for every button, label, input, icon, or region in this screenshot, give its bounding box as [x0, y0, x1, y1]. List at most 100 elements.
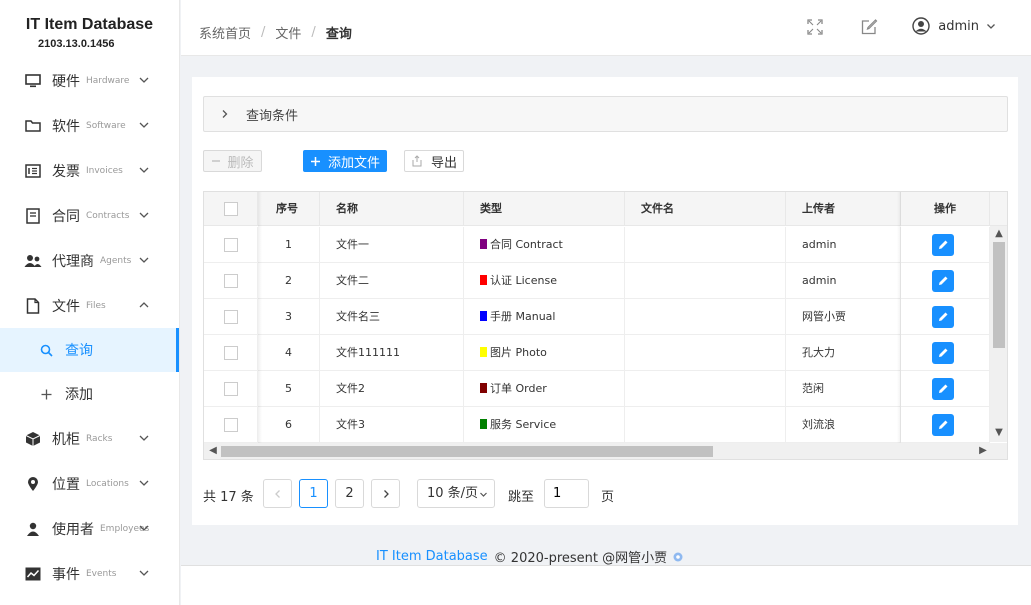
sidebar-subitem-query[interactable]: 查询 — [0, 328, 179, 372]
contract-icon — [24, 207, 42, 225]
column-header[interactable]: 名称 — [320, 192, 464, 226]
edit-button[interactable] — [932, 378, 954, 400]
team-icon — [24, 252, 42, 270]
column-header[interactable]: 上传者 — [786, 192, 901, 226]
export-icon — [412, 155, 422, 167]
sidebar-item-employees[interactable]: 使用者 Employees — [0, 506, 179, 551]
edit-button[interactable] — [932, 414, 954, 436]
edit-button[interactable] — [932, 270, 954, 292]
user-name: admin — [938, 18, 979, 34]
type-color-flag — [480, 383, 487, 393]
edit-button[interactable] — [932, 234, 954, 256]
footer-copyright: © 2020-present @网管小贾 — [493, 551, 668, 566]
row-actions-cell — [901, 263, 990, 299]
prev-page-button[interactable] — [263, 479, 292, 508]
column-header[interactable]: 序号 — [258, 192, 320, 226]
horizontal-scroll-thumb[interactable] — [221, 446, 713, 457]
export-button-label: 导出 — [430, 155, 457, 171]
horizontal-scrollbar[interactable]: ◀ ▶ — [204, 443, 1007, 459]
cell-name: 文件一 — [320, 227, 464, 263]
sidebar-item-label: 发票 — [52, 163, 80, 180]
cell-text: 图片 Photo — [490, 346, 547, 359]
sidebar-item-hardware[interactable]: 硬件 Hardware — [0, 58, 179, 103]
row-actions-cell — [901, 407, 990, 443]
row-checkbox[interactable] — [224, 310, 238, 324]
cell-name: 文件111111 — [320, 335, 464, 371]
sidebar-item-events[interactable]: 事件 Events — [0, 551, 179, 596]
breadcrumb-files[interactable]: 文件 — [275, 23, 301, 42]
goto-page-input[interactable] — [544, 479, 589, 508]
chevron-down-icon — [139, 77, 149, 83]
scroll-left-arrow[interactable]: ◀ — [206, 444, 220, 458]
breadcrumb-current: 查询 — [325, 27, 352, 42]
export-button[interactable]: 导出 — [404, 150, 464, 172]
chevron-down-icon — [139, 570, 149, 576]
chevron-right-icon — [222, 110, 228, 118]
edit-button[interactable] — [932, 306, 954, 328]
sidebar-item-sublabel: Software — [86, 120, 126, 131]
table-row: 2 文件二 认证 License admin — [204, 263, 990, 299]
scroll-down-arrow[interactable]: ▼ — [992, 426, 1006, 440]
page-1-button[interactable]: 1 — [299, 479, 328, 508]
cell-text: 文件名三 — [336, 310, 380, 323]
edit-icon — [939, 312, 948, 321]
sidebar-item-label: 合同 — [52, 208, 80, 225]
row-checkbox[interactable] — [224, 382, 238, 396]
cell-name: 文件3 — [320, 407, 464, 443]
vertical-scrollbar[interactable]: ▲ ▼ — [990, 226, 1007, 442]
pagination: 共 17 条 1 2 10 条/页 跳至 页 — [203, 479, 1003, 509]
sidebar-item-contracts[interactable]: 合同 Contracts — [0, 193, 179, 238]
column-header[interactable]: 类型 — [464, 192, 625, 226]
scroll-up-arrow[interactable]: ▲ — [992, 227, 1006, 241]
avatar-icon — [912, 17, 930, 35]
edit-icon — [939, 240, 948, 249]
delete-button[interactable]: 删除 — [203, 150, 262, 172]
add-file-button[interactable]: 添加文件 — [303, 150, 387, 172]
cell-uploader: 网管小贾 — [786, 299, 901, 335]
type-color-flag — [480, 311, 487, 321]
cell-text: admin — [802, 274, 837, 287]
sidebar-item-files[interactable]: 文件 Files — [0, 283, 179, 328]
breadcrumb-home[interactable]: 系统首页 — [199, 23, 251, 42]
edit-icon — [939, 384, 948, 393]
cell-file — [625, 407, 786, 443]
footer-link[interactable]: IT Item Database — [376, 549, 488, 564]
edit-button[interactable] — [932, 342, 954, 364]
sidebar-item-software[interactable]: 软件 Software — [0, 103, 179, 148]
vertical-scroll-thumb[interactable] — [993, 242, 1005, 348]
cell-text: 范闲 — [802, 382, 824, 395]
cell-text: admin — [802, 238, 837, 251]
sidebar-item-sublabel: Racks — [86, 433, 113, 444]
fullscreen-icon[interactable] — [806, 18, 824, 36]
sidebar: IT Item Database 2103.13.0.1456 硬件 Hardw… — [0, 0, 180, 605]
location-pin-icon — [24, 475, 42, 493]
row-checkbox[interactable] — [224, 274, 238, 288]
edit-note-icon[interactable] — [860, 18, 878, 36]
sidebar-item-locations[interactable]: 位置 Locations — [0, 461, 179, 506]
row-checkbox[interactable] — [224, 238, 238, 252]
settings-icon — [673, 552, 683, 561]
cell-text: 文件二 — [336, 274, 369, 287]
cell-no: 6 — [258, 407, 320, 443]
next-page-button[interactable] — [371, 479, 400, 508]
cell-text: 文件3 — [336, 418, 365, 431]
column-header[interactable]: 文件名 — [625, 192, 786, 226]
query-conditions-panel[interactable]: 查询条件 — [203, 96, 1008, 132]
scroll-right-arrow[interactable]: ▶ — [976, 444, 990, 458]
fixed-column-shadow — [258, 192, 262, 459]
row-checkbox[interactable] — [224, 418, 238, 432]
page-size-select[interactable]: 10 条/页 — [417, 479, 495, 508]
cell-text: 1 — [285, 238, 292, 251]
query-conditions-label: 查询条件 — [246, 108, 299, 124]
select-all-checkbox[interactable] — [224, 202, 238, 216]
row-actions-cell — [901, 371, 990, 407]
user-menu[interactable]: admin — [912, 17, 997, 35]
cell-text: 刘流浪 — [802, 418, 835, 431]
sidebar-item-invoices[interactable]: 发票 Invoices — [0, 148, 179, 193]
page-2-button[interactable]: 2 — [335, 479, 364, 508]
cell-no: 2 — [258, 263, 320, 299]
sidebar-subitem-add[interactable]: 添加 — [0, 372, 179, 416]
sidebar-item-agents[interactable]: 代理商 Agents — [0, 238, 179, 283]
sidebar-item-racks[interactable]: 机柜 Racks — [0, 416, 179, 461]
row-checkbox[interactable] — [224, 346, 238, 360]
